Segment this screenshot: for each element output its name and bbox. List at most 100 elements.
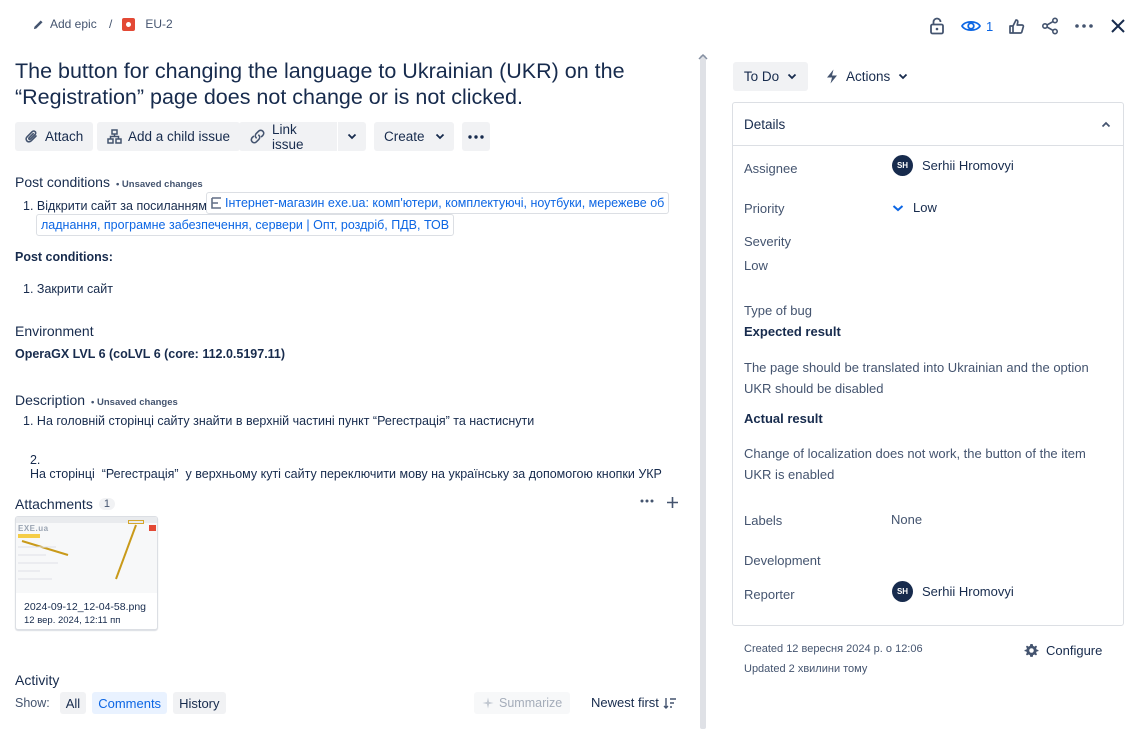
environment-title: Environment: [15, 323, 94, 339]
more-actions-button[interactable]: [462, 122, 490, 151]
summarize-label: Summarize: [499, 696, 563, 710]
description-item-1[interactable]: 1. На головній сторінці сайту знайти в в…: [23, 414, 534, 428]
actual-result-line: UKR is enabled: [744, 467, 835, 482]
link-issue-dropdown[interactable]: [338, 122, 366, 151]
add-epic-link[interactable]: Add epic: [33, 17, 97, 31]
labels-value[interactable]: None: [891, 512, 922, 527]
description-title: Description: [15, 392, 86, 408]
post-conditions-title: Post conditions: [15, 174, 110, 190]
thumbs-up-icon[interactable]: [1005, 14, 1027, 38]
environment-value[interactable]: OperaGX LVL 6 (coLVL 6 (core: 112.0.5197…: [15, 347, 285, 361]
details-header[interactable]: Details: [733, 103, 1123, 146]
eye-icon: [960, 14, 982, 38]
reporter-label: Reporter: [744, 587, 795, 602]
lock-icon[interactable]: [926, 14, 948, 38]
attachments-title: Attachments: [15, 496, 93, 512]
configure-button[interactable]: Configure: [1024, 643, 1102, 658]
lightning-icon: [826, 69, 838, 84]
type-of-bug-label: Type of bug: [744, 303, 812, 318]
priority-label: Priority: [744, 201, 785, 216]
priority-field[interactable]: Low: [892, 200, 937, 215]
attachment-filename: 2024-09-12_12-04-58.png: [24, 601, 147, 613]
priority-value: Low: [913, 200, 937, 215]
expected-result-heading: Expected result: [744, 324, 841, 339]
sort-button[interactable]: Newest first: [591, 695, 677, 710]
post-conditions-2-item[interactable]: 1. Закрити сайт: [23, 282, 113, 296]
add-child-issue-button[interactable]: Add a child issue: [97, 122, 241, 151]
configure-label: Configure: [1046, 643, 1103, 658]
reporter-name: Serhii Hromovyi: [922, 584, 1014, 599]
paperclip-icon: [25, 129, 39, 144]
environment-heading: Environment: [15, 323, 94, 339]
list-number: 1.: [23, 282, 34, 296]
list-number: 1.: [23, 199, 34, 213]
hierarchy-icon: [107, 129, 122, 144]
show-label: Show:: [15, 696, 50, 710]
issue-top-actions: 1: [926, 14, 1129, 38]
list-number: 1.: [23, 414, 34, 428]
severity-label: Severity: [744, 234, 791, 249]
chevron-up-icon: [698, 54, 708, 60]
sort-label: Newest first: [591, 695, 659, 710]
page-icon: [211, 197, 222, 209]
close-icon[interactable]: [1107, 14, 1129, 38]
activity-heading: Activity: [15, 672, 59, 688]
issue-title[interactable]: The button for changing the language to …: [15, 58, 685, 110]
chevron-down-icon: [347, 133, 357, 140]
breadcrumb-separator: /: [109, 17, 113, 31]
description-item-2[interactable]: 2. На сторінці “Регестрація” у верхньому…: [23, 439, 662, 481]
smart-link-text-1: Інтернет-магазин exe.ua: комп'ютери, ком…: [225, 196, 665, 210]
chevron-down-icon: [787, 73, 797, 80]
watch-button[interactable]: 1: [960, 14, 993, 38]
create-label: Create: [384, 129, 425, 144]
add-attachment-icon[interactable]: [666, 496, 679, 509]
list-item-text: На сторінці “Регестрація” у верхньому ку…: [29, 467, 662, 481]
assignee-field[interactable]: SH Serhii Hromovyi: [892, 155, 1014, 176]
reporter-field[interactable]: SH Serhii Hromovyi: [892, 581, 1014, 602]
add-child-label: Add a child issue: [128, 129, 231, 144]
unsaved-badge: • Unsaved changes: [91, 397, 178, 408]
avatar: SH: [892, 581, 913, 602]
expected-result-text[interactable]: The page should be translated into Ukrai…: [744, 357, 1089, 399]
activity-title: Activity: [15, 672, 60, 688]
post-conditions-heading: Post conditions • Unsaved changes: [15, 174, 203, 190]
priority-low-icon: [892, 204, 904, 212]
actions-label: Actions: [846, 69, 891, 84]
filter-all[interactable]: All: [59, 692, 87, 714]
actual-result-heading: Actual result: [744, 411, 823, 426]
attachment-card[interactable]: EXE.ua 2024-09-12_12-04-58.png 12 вер. 2…: [15, 516, 158, 630]
link-issue-label: Link issue: [272, 121, 304, 152]
share-icon[interactable]: [1039, 14, 1061, 38]
attachments-count: 1: [98, 498, 115, 510]
attach-label: Attach: [45, 129, 84, 144]
summarize-button[interactable]: Summarize: [474, 692, 571, 714]
unsaved-badge: • Unsaved changes: [115, 179, 203, 190]
filter-history[interactable]: History: [173, 692, 226, 714]
list-item-text: Відкрити сайт за посиланням: [36, 199, 207, 213]
actual-result-text[interactable]: Change of localization does not work, th…: [744, 443, 1086, 485]
watch-count: 1: [986, 18, 994, 34]
assignee-label: Assignee: [744, 161, 798, 176]
issue-key-link[interactable]: EU-2: [145, 17, 172, 31]
panel-resize-handle[interactable]: [700, 55, 706, 729]
smart-link-text-2: ладнання, програмне забезпечення, сервер…: [41, 218, 450, 232]
attachments-more-icon[interactable]: [640, 499, 654, 503]
attach-button[interactable]: Attach: [15, 122, 94, 151]
severity-value[interactable]: Low: [744, 258, 768, 273]
activity-filters: Show: All Comments History: [15, 692, 226, 714]
post-conditions-2-heading: Post conditions:: [15, 250, 113, 264]
more-icon[interactable]: [1073, 14, 1095, 38]
link-issue-button[interactable]: Link issue: [239, 121, 337, 152]
gear-icon: [1024, 643, 1039, 658]
create-button[interactable]: Create: [374, 122, 454, 151]
sparkle-icon: [482, 697, 494, 709]
list-item-text: На головній сторінці сайту знайти в верх…: [36, 414, 535, 428]
filter-comments[interactable]: Comments: [92, 692, 168, 714]
actions-dropdown[interactable]: Actions: [826, 62, 908, 91]
list-number: 2.: [29, 453, 41, 467]
smart-link-continued[interactable]: ладнання, програмне забезпечення, сервер…: [36, 214, 455, 236]
details-title: Details: [744, 116, 786, 132]
bug-type-icon: [122, 17, 136, 31]
smart-link[interactable]: Інтернет-магазин exe.ua: комп'ютери, ком…: [206, 192, 670, 214]
status-dropdown[interactable]: To Do: [733, 62, 808, 91]
